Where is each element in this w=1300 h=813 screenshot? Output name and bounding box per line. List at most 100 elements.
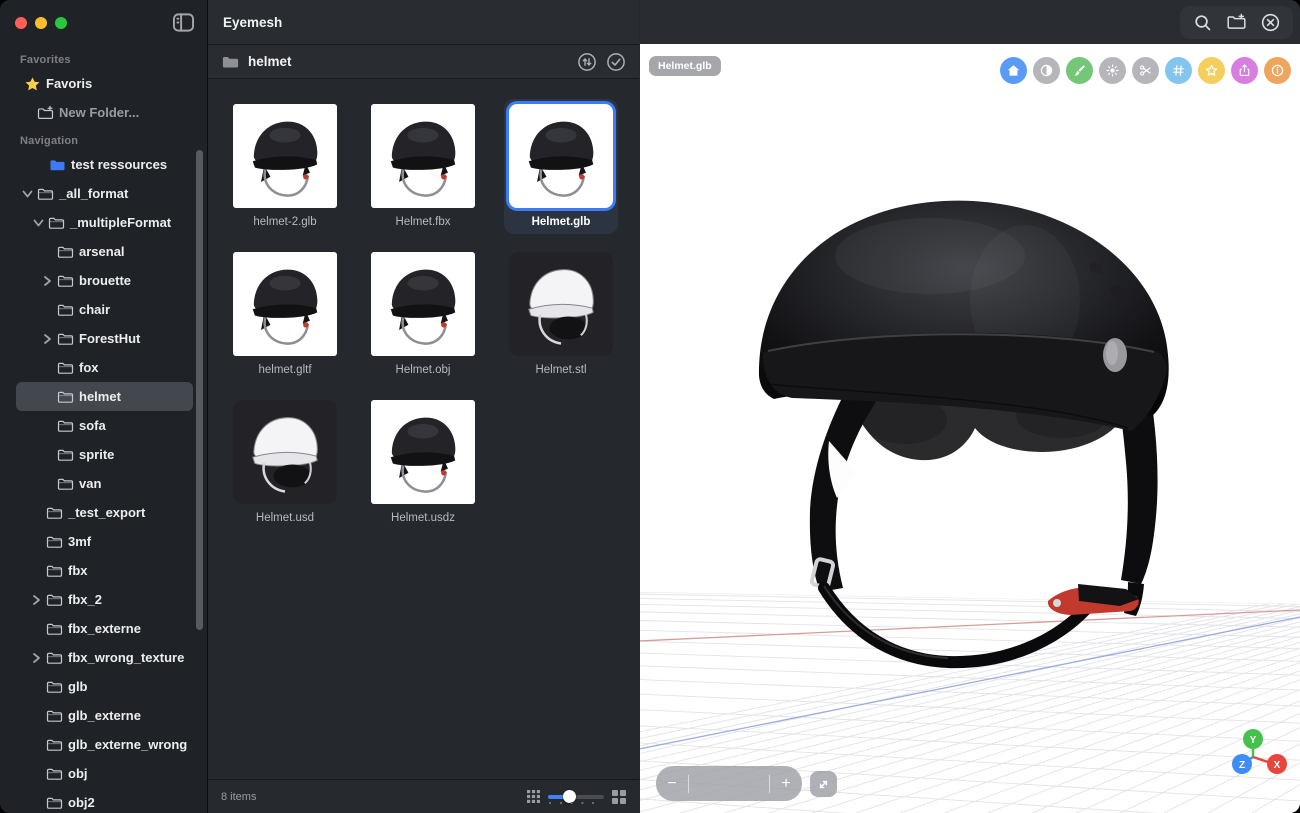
add-folder-button[interactable]	[1226, 12, 1247, 33]
home-tool-button[interactable]	[1000, 57, 1027, 84]
axis-gizmo[interactable]: Y Z X	[1232, 729, 1287, 774]
file-name: Helmet.usd	[233, 512, 337, 524]
grid-small-icon[interactable]	[527, 790, 540, 803]
export-tool-button[interactable]	[1231, 57, 1258, 84]
file-thumbnail	[371, 400, 475, 504]
sort-button[interactable]	[577, 52, 597, 72]
sidebar-item-brouette[interactable]: brouette	[16, 266, 193, 295]
file-item-helmet-fbx[interactable]: Helmet.fbx	[366, 99, 480, 234]
sidebar-item-new-folder[interactable]: New Folder...	[16, 98, 193, 127]
sidebar-item-test-ressources[interactable]: test ressources	[16, 150, 193, 179]
helmet-thumbnail-image	[233, 252, 337, 356]
folder-icon	[221, 53, 240, 71]
viewport-panel: Y Z X Helmet.glb − +	[640, 0, 1300, 813]
sidebar-item-van[interactable]: van	[16, 469, 193, 498]
star-icon	[24, 76, 41, 92]
clip-tool-button[interactable]	[1132, 57, 1159, 84]
sidebar-item-label: brouette	[79, 273, 131, 288]
fullscreen-button[interactable]	[810, 771, 837, 797]
folder-icon	[57, 302, 74, 318]
sidebar-item-label: obj2	[68, 795, 95, 810]
sidebar-item-test-export[interactable]: _test_export	[16, 498, 193, 527]
sidebar-navigation: FavoritesFavorisNew Folder...Navigationt…	[0, 44, 207, 813]
sidebar-item-label: fbx_wrong_texture	[68, 650, 184, 665]
file-item-helmet-usd[interactable]: Helmet.usd	[228, 395, 342, 530]
zoom-in-button[interactable]: +	[770, 775, 802, 793]
sidebar-item-multipleformat[interactable]: _multipleFormat	[16, 208, 193, 237]
zoom-out-button[interactable]: −	[656, 775, 688, 793]
export-icon	[1236, 62, 1253, 79]
sidebar-scrollbar[interactable]	[196, 150, 203, 630]
file-item-helmet-obj[interactable]: Helmet.obj	[366, 247, 480, 382]
sidebar-item-3mf[interactable]: 3mf	[16, 527, 193, 556]
file-item-helmet-usdz[interactable]: Helmet.usdz	[366, 395, 480, 530]
chevron-right-icon[interactable]	[32, 652, 41, 663]
eyemesh-window: FavoritesFavorisNew Folder...Navigationt…	[0, 0, 1300, 813]
app-title: Eyemesh	[223, 15, 282, 30]
sidebar-section-title: Navigation	[20, 135, 207, 147]
helmet-thumbnail-image	[509, 104, 613, 208]
sidebar-item-foresthut[interactable]: ForestHut	[16, 324, 193, 353]
sidebar-item-sprite[interactable]: sprite	[16, 440, 193, 469]
viewport-title-bar	[640, 0, 1300, 45]
info-tool-button[interactable]	[1264, 57, 1291, 84]
file-item-helmet-stl[interactable]: Helmet.stl	[504, 247, 618, 382]
file-name: Helmet.usdz	[371, 512, 475, 524]
sidebar-item-obj[interactable]: obj	[16, 759, 193, 788]
sidebar-item-fbx-2[interactable]: fbx_2	[16, 585, 193, 614]
select-button[interactable]	[606, 52, 626, 72]
sidebar-item-glb-externe[interactable]: glb_externe	[16, 701, 193, 730]
file-thumbnail	[371, 104, 475, 208]
light-tool-button[interactable]	[1099, 57, 1126, 84]
sidebar-item-label: van	[79, 476, 101, 491]
file-item-helmet-glb[interactable]: Helmet.glb	[504, 99, 618, 234]
chevron-right-icon[interactable]	[43, 275, 52, 286]
sidebar-item-label: fbx	[68, 563, 88, 578]
file-item-helmet-gltf[interactable]: helmet.gltf	[228, 247, 342, 382]
3d-canvas[interactable]: Y Z X Helmet.glb − +	[640, 44, 1300, 813]
sidebar-item-fbx[interactable]: fbx	[16, 556, 193, 585]
app-title-bar: Eyemesh	[208, 0, 639, 45]
file-item-helmet-2-glb[interactable]: helmet-2.glb	[228, 99, 342, 234]
helmet-3d-model[interactable]	[759, 201, 1169, 662]
sidebar-item-fbx-externe[interactable]: fbx_externe	[16, 614, 193, 643]
chevron-down-icon[interactable]	[23, 188, 32, 199]
sidebar-item-glb[interactable]: glb	[16, 672, 193, 701]
3d-scene[interactable]: Y Z X	[640, 44, 1300, 813]
sidebar-item-chair[interactable]: chair	[16, 295, 193, 324]
sidebar-item-favoris[interactable]: Favoris	[16, 69, 193, 98]
folder-icon	[46, 737, 63, 753]
chevron-down-icon[interactable]	[34, 217, 43, 228]
minimize-window-button[interactable]	[35, 17, 47, 29]
thumbnail-size-slider[interactable]	[548, 790, 604, 804]
materials-tool-button[interactable]	[1066, 57, 1093, 84]
sort-icon	[577, 52, 597, 72]
sidebar-item-label: glb	[68, 679, 88, 694]
sidebar-item-glb-externe-wrong[interactable]: glb_externe_wrong	[16, 730, 193, 759]
helmet-thumbnail-image	[233, 400, 337, 504]
file-thumbnail	[233, 252, 337, 356]
sidebar-item-sofa[interactable]: sofa	[16, 411, 193, 440]
chevron-right-icon[interactable]	[32, 594, 41, 605]
select-icon	[606, 52, 626, 72]
sidebar-item-obj2[interactable]: obj2	[16, 788, 193, 813]
sidebar-item-helmet[interactable]: helmet	[16, 382, 193, 411]
close-window-button[interactable]	[1260, 12, 1281, 33]
sidebar-toggle-button[interactable]	[172, 12, 195, 33]
zoom-window-button[interactable]	[55, 17, 67, 29]
gizmo-y-label: Y	[1250, 735, 1257, 746]
sidebar-item-fbx-wrong-texture[interactable]: fbx_wrong_texture	[16, 643, 193, 672]
close-window-button[interactable]	[15, 17, 27, 29]
sidebar-item-all-format[interactable]: _all_format	[16, 179, 193, 208]
sidebar-item-arsenal[interactable]: arsenal	[16, 237, 193, 266]
favorite-tool-button[interactable]	[1198, 57, 1225, 84]
folder-icon	[57, 476, 74, 492]
sidebar-item-fox[interactable]: fox	[16, 353, 193, 382]
grid-tool-button[interactable]	[1165, 57, 1192, 84]
search-button[interactable]	[1192, 12, 1213, 33]
file-thumbnail	[233, 104, 337, 208]
contrast-tool-button[interactable]	[1033, 57, 1060, 84]
folder-icon	[57, 273, 74, 289]
grid-big-icon[interactable]	[612, 790, 626, 804]
chevron-right-icon[interactable]	[43, 333, 52, 344]
